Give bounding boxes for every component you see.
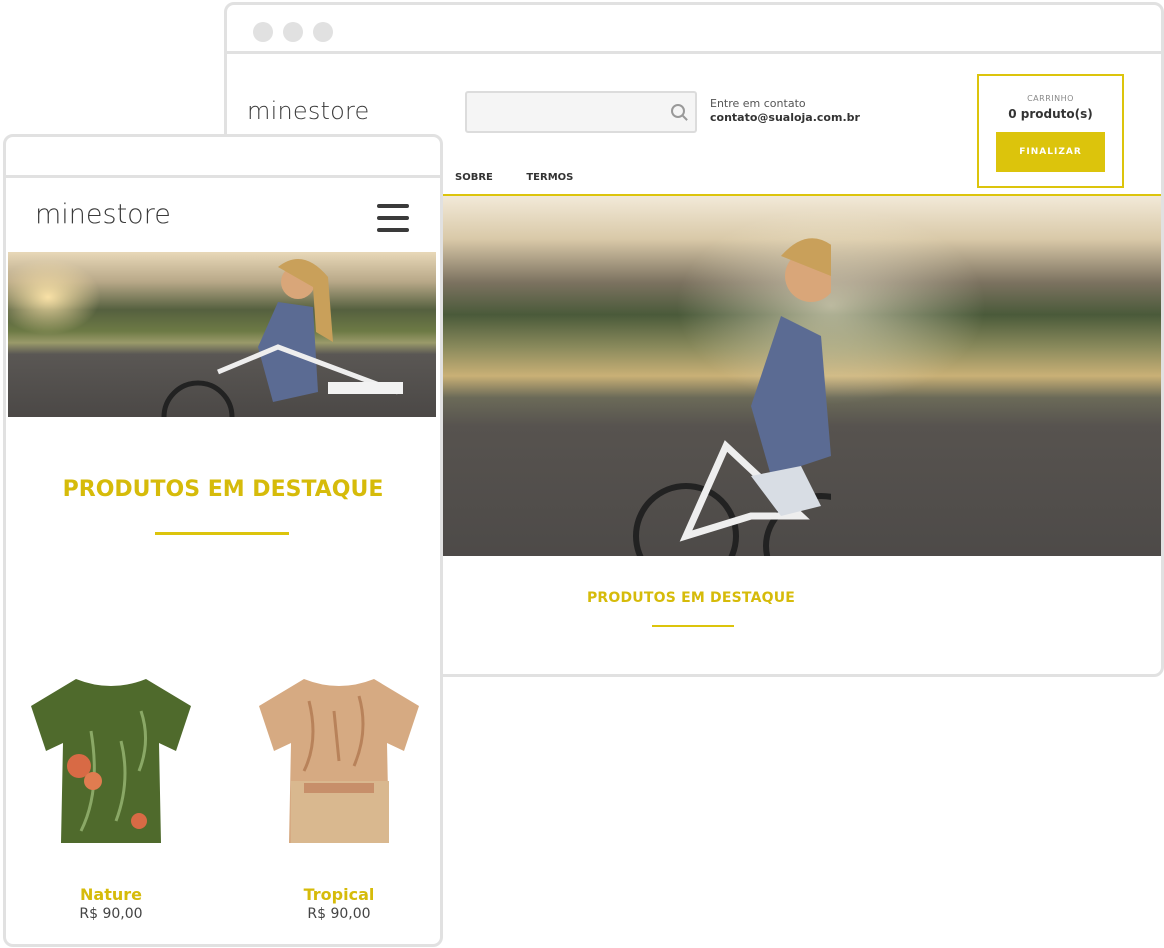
window-dot-icon[interactable]: [283, 22, 303, 42]
hero-banner-image: [441, 196, 1161, 556]
hero-banner-image: [8, 252, 436, 417]
contact-email[interactable]: contato@sualoja.com.br: [710, 111, 860, 125]
product-price: R$ 90,00: [307, 906, 371, 922]
featured-underline: [652, 625, 734, 627]
cyclist-illustration: [633, 238, 831, 556]
browser-title-bar: [227, 5, 1161, 54]
store-logo[interactable]: minestore: [35, 199, 171, 230]
mobile-device-window: minestore PRODUTOS EM DESTAQUE Nature R$…: [3, 134, 443, 947]
main-nav: SOBRE TERMOS: [455, 172, 603, 183]
featured-products-title: PRODUTOS EM DESTAQUE: [62, 477, 384, 502]
checkout-button[interactable]: FINALIZAR: [996, 132, 1105, 172]
search-input[interactable]: [465, 91, 697, 133]
search-icon[interactable]: [671, 104, 685, 118]
featured-underline: [155, 532, 289, 535]
mobile-status-bar: [6, 137, 440, 178]
contact-info: Entre em contato contato@sualoja.com.br: [710, 97, 860, 125]
product-card[interactable]: Nature R$ 90,00: [11, 671, 211, 922]
cyclist-illustration: [161, 259, 403, 417]
contact-label: Entre em contato: [710, 97, 806, 110]
nav-item-termos[interactable]: TERMOS: [526, 172, 573, 183]
product-card[interactable]: Tropical R$ 90,00: [239, 671, 439, 922]
featured-products-title: PRODUTOS EM DESTAQUE: [586, 590, 796, 606]
product-name[interactable]: Nature: [11, 885, 211, 904]
cart-count: 0 produto(s): [1008, 107, 1093, 121]
cart-label: CARRINHO: [1027, 94, 1074, 103]
cart-box: CARRINHO 0 produto(s) FINALIZAR: [977, 74, 1124, 188]
nav-item-sobre[interactable]: SOBRE: [455, 172, 493, 183]
store-logo[interactable]: minestore: [247, 97, 370, 125]
window-dot-icon[interactable]: [313, 22, 333, 42]
window-dot-icon[interactable]: [253, 22, 273, 42]
product-image-green-floral-tshirt[interactable]: [21, 671, 201, 851]
product-name[interactable]: Tropical: [239, 885, 439, 904]
hamburger-menu-icon[interactable]: [377, 204, 409, 232]
product-image-beige-tropical-tshirt[interactable]: [249, 671, 429, 851]
product-price: R$ 90,00: [79, 906, 143, 922]
